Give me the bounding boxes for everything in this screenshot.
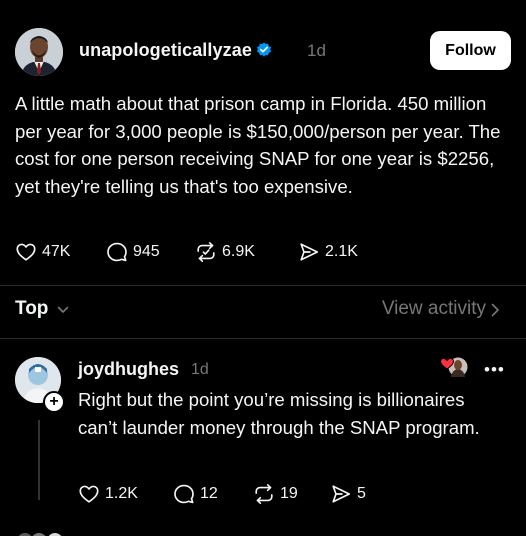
comment-action[interactable]: 945	[106, 240, 160, 264]
repost-icon	[197, 242, 215, 262]
divider	[0, 338, 526, 339]
next-reply-peek	[15, 526, 526, 536]
liked-by-author-badge[interactable]	[438, 356, 470, 380]
verified-icon	[256, 42, 272, 58]
reply-like-count: 1.2K	[105, 485, 138, 502]
post-time: 1d	[307, 41, 326, 60]
username-text[interactable]: unapologeticallyzae	[79, 40, 252, 60]
share-count: 2.1K	[325, 243, 358, 260]
reply-comment-count: 12	[200, 485, 218, 502]
comment-count: 945	[133, 243, 160, 260]
chevron-right-icon[interactable]	[488, 302, 502, 318]
reply-time: 1d	[191, 361, 209, 378]
reply-share-action[interactable]: 5	[330, 482, 366, 506]
thread-line	[38, 420, 40, 500]
repost-action[interactable]: 6.9K	[195, 240, 255, 264]
share-icon	[332, 485, 351, 503]
reply-like-action[interactable]: 1.2K	[78, 482, 138, 506]
chevron-down-icon[interactable]	[56, 303, 70, 317]
reply-share-count: 5	[357, 485, 366, 502]
comment-icon	[174, 484, 194, 504]
reply-repost-action[interactable]: 19	[253, 482, 298, 506]
post-body: A little math about that prison camp in …	[15, 93, 501, 197]
follow-plus-button[interactable]: +	[43, 391, 65, 413]
share-action[interactable]: 2.1K	[298, 240, 358, 264]
repost-icon	[255, 484, 273, 504]
reply-repost-count: 19	[280, 485, 298, 502]
post-header: unapologeticallyzae 1d Follow	[15, 28, 511, 76]
reply-comment-action[interactable]: 12	[173, 482, 218, 506]
plus-icon: +	[49, 393, 59, 410]
more-icon[interactable]: •••	[484, 360, 505, 380]
reply-body: Right but the point you’re missing is bi…	[78, 389, 480, 438]
heart-icon	[16, 243, 36, 261]
post-author[interactable]: unapologeticallyzae	[79, 40, 272, 61]
comment-icon	[107, 242, 127, 262]
like-action[interactable]: 47K	[15, 240, 70, 264]
like-count: 47K	[42, 243, 71, 260]
divider	[0, 285, 526, 286]
follow-button[interactable]: Follow	[430, 31, 511, 70]
avatar[interactable]	[15, 28, 63, 76]
reply-author[interactable]: joydhughes	[78, 359, 179, 380]
view-activity-link[interactable]: View activity	[382, 298, 486, 320]
repost-count: 6.9K	[222, 243, 255, 260]
sort-dropdown[interactable]: Top	[15, 298, 48, 320]
heart-icon	[79, 485, 99, 503]
share-icon	[300, 243, 319, 261]
